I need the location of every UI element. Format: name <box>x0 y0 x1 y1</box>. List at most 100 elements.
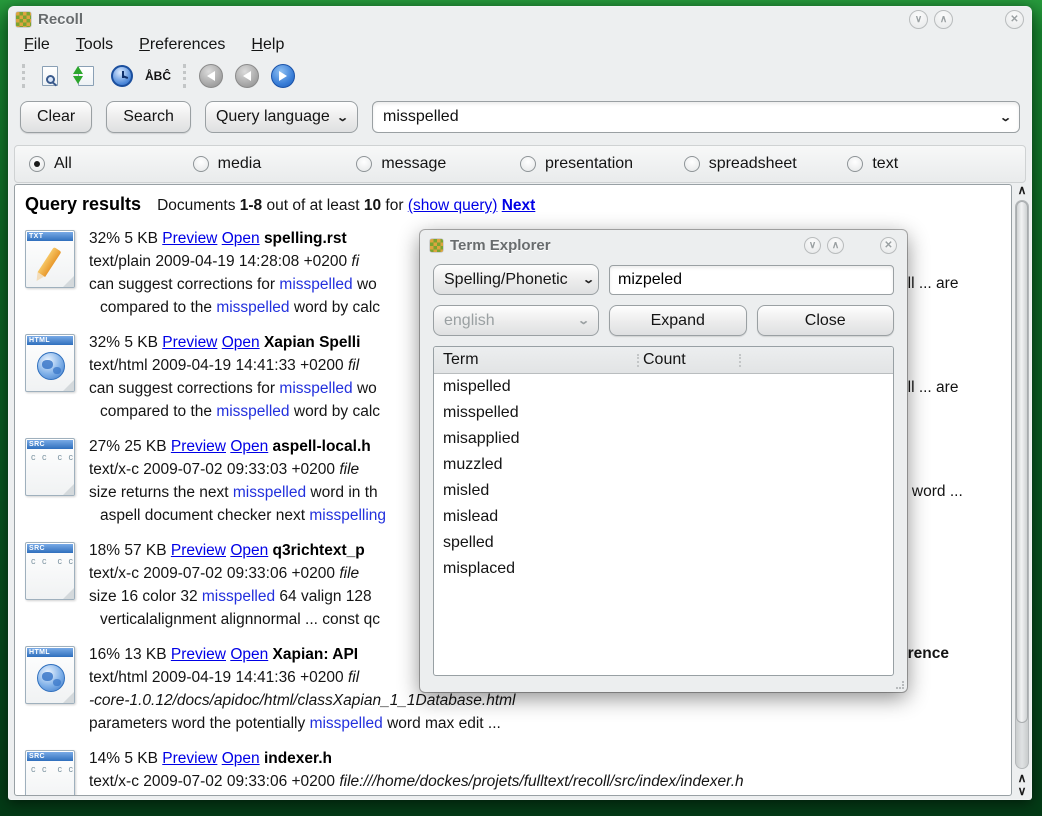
menu-tools[interactable]: Tools <box>76 36 113 54</box>
first-page-button[interactable] <box>196 62 226 90</box>
expand-mode-value: Spelling/Phonetic <box>444 271 568 289</box>
language-select[interactable]: english ⌄ <box>433 305 599 336</box>
result-line: compared to the misspelled word by calc <box>89 296 380 319</box>
column-resize-handle[interactable] <box>637 354 639 367</box>
term-row[interactable]: misplaced <box>434 556 893 582</box>
column-resize-handle[interactable] <box>739 354 741 367</box>
results-summary: Documents 1-8 out of at least 10 for (sh… <box>157 194 535 217</box>
text-run: -core-1.0.12/docs/apidoc/html/classXapia… <box>89 692 516 709</box>
filter-label: message <box>381 155 446 173</box>
filter-message[interactable]: message <box>356 155 520 173</box>
radio-selected-icon <box>29 156 45 172</box>
previous-page-button[interactable] <box>232 62 262 90</box>
query-input[interactable] <box>372 101 1020 133</box>
result-line: size returns the next misspelled word in… <box>89 481 386 504</box>
term-row[interactable]: mispelled <box>434 374 893 400</box>
search-button[interactable]: Search <box>106 101 191 133</box>
clear-button[interactable]: Clear <box>20 101 92 133</box>
open-link[interactable]: Open <box>222 334 260 351</box>
text-run: 32% 5 KB <box>89 230 162 247</box>
menu-help[interactable]: Help <box>251 36 284 54</box>
next-page-link[interactable]: Next <box>502 197 536 214</box>
term-row[interactable]: misspelled <box>434 400 893 426</box>
scrollbar-track[interactable] <box>1015 200 1029 769</box>
minimize-button[interactable]: ∨ <box>804 237 821 254</box>
category-filter-bar: Allmedia message presentationspreadsheette… <box>14 145 1026 183</box>
term-explorer-button[interactable]: ÅBĈ <box>143 62 173 90</box>
preview-link[interactable]: Preview <box>162 334 217 351</box>
minimize-button[interactable]: ∨ <box>909 10 928 29</box>
toolbar-handle[interactable] <box>22 64 25 88</box>
show-query-link[interactable]: (show query) <box>408 197 498 214</box>
result-title: spelling.rst <box>264 230 347 247</box>
dialog-title-bar[interactable]: Term Explorer ∨ ∧ ✕ <box>420 230 907 260</box>
preview-link[interactable]: Preview <box>171 438 226 455</box>
open-link[interactable]: Open <box>230 646 268 663</box>
result-text: 32% 5 KB Preview Open Xapian Spellitext/… <box>89 331 380 432</box>
preview-link[interactable]: Preview <box>162 230 217 247</box>
title-bar[interactable]: Recoll ∨ ∧ ✕ <box>8 6 1032 32</box>
preview-link[interactable]: Preview <box>162 750 217 767</box>
chevron-down-icon[interactable]: ⌄ <box>999 111 1012 124</box>
term-input[interactable] <box>609 265 894 295</box>
text-run: 10 <box>364 197 381 214</box>
scrollbar-thumb[interactable] <box>1016 201 1028 723</box>
term-table: Term Count mispelledmisspelledmisapplied… <box>433 346 894 676</box>
column-header-term[interactable]: Term <box>434 351 634 369</box>
text-run: 18% 57 KB <box>89 542 171 559</box>
document-history-button[interactable] <box>107 62 137 90</box>
open-link[interactable]: Open <box>222 750 260 767</box>
preview-link[interactable]: Preview <box>171 542 226 559</box>
search-mode-select[interactable]: Query language ⌄ <box>205 101 358 133</box>
expand-mode-select[interactable]: Spelling/Phonetic ⌄ <box>433 264 599 295</box>
scroll-down-icon[interactable]: ∨ <box>1018 785 1027 798</box>
menu-preferences[interactable]: Preferences <box>139 36 225 54</box>
close-dialog-button[interactable]: Close <box>757 305 895 336</box>
text-run: fil <box>348 669 359 686</box>
close-button[interactable]: ✕ <box>880 237 897 254</box>
text-run: fil <box>348 357 359 374</box>
maximize-button[interactable]: ∧ <box>827 237 844 254</box>
result-title: q3richtext_p <box>273 542 365 559</box>
toolbar-handle[interactable] <box>183 64 186 88</box>
term-row[interactable]: mislead <box>434 504 893 530</box>
text-run: parameters word the potentially <box>89 715 310 732</box>
sort-parameters-button[interactable] <box>71 62 101 90</box>
open-link[interactable]: Open <box>222 230 260 247</box>
radio-icon <box>847 156 863 172</box>
term-row[interactable]: muzzled <box>434 452 893 478</box>
filter-all[interactable]: All <box>29 155 193 173</box>
expand-button[interactable]: Expand <box>609 305 747 336</box>
filter-presentation[interactable]: presentation <box>520 155 684 173</box>
scroll-up-icon[interactable]: ∧ <box>1018 184 1027 197</box>
file-type-tag: SRC <box>27 544 73 553</box>
advanced-search-button[interactable] <box>35 62 65 90</box>
maximize-button[interactable]: ∧ <box>934 10 953 29</box>
result-line: text/html 2009-04-19 14:41:33 +0200 fil <box>89 354 380 377</box>
advanced-search-icon <box>42 66 58 86</box>
preview-link[interactable]: Preview <box>171 646 226 663</box>
resize-grip[interactable] <box>896 681 904 689</box>
results-scrollbar[interactable]: ∧ ∧ ∨ <box>1013 184 1031 798</box>
close-button[interactable]: ✕ <box>1005 10 1024 29</box>
result-line: can suggest corrections for misspelled w… <box>89 377 380 400</box>
menu-file[interactable]: File <box>24 36 50 54</box>
open-link[interactable]: Open <box>230 438 268 455</box>
term-row[interactable]: misapplied <box>434 426 893 452</box>
filter-text[interactable]: text <box>847 155 1011 173</box>
next-page-button[interactable] <box>268 62 298 90</box>
filter-media[interactable]: media <box>193 155 357 173</box>
text-run: file <box>339 461 359 478</box>
radio-icon <box>356 156 372 172</box>
source-code-icon <box>31 453 75 462</box>
term-row[interactable]: misled <box>434 478 893 504</box>
open-link[interactable]: Open <box>230 542 268 559</box>
column-header-count[interactable]: Count <box>634 351 686 369</box>
term-row[interactable]: spelled <box>434 530 893 556</box>
match-term: misspelled <box>310 715 383 732</box>
term-input-wrap <box>609 265 894 295</box>
html-file-icon: HTML <box>25 334 75 392</box>
filter-spreadsheet[interactable]: spreadsheet <box>684 155 848 173</box>
previous-page-icon <box>235 64 259 88</box>
language-value: english <box>444 312 495 330</box>
